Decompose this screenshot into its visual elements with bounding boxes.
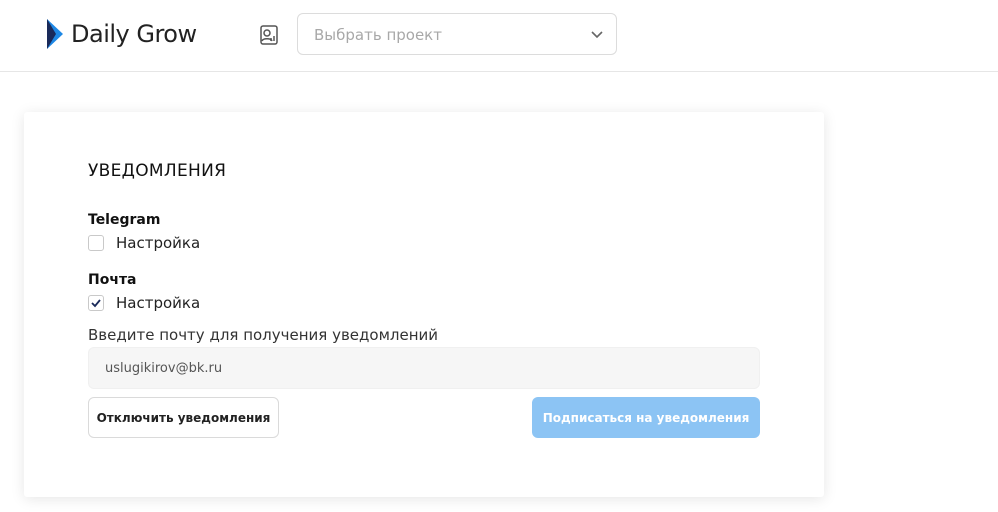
mail-checkbox[interactable] <box>88 295 104 311</box>
chevron-down-icon <box>591 31 603 39</box>
email-hint: Введите почту для получения уведомлений <box>88 326 439 344</box>
brand-name: Daily Grow <box>71 20 197 48</box>
subscribe-notifications-button[interactable]: Подписаться на уведомления <box>532 397 760 438</box>
disable-notifications-button[interactable]: Отключить уведомления <box>88 397 279 438</box>
project-select-placeholder: Выбрать проект <box>314 26 442 44</box>
project-select[interactable]: Выбрать проект <box>297 13 617 55</box>
notifications-card: УВЕДОМЛЕНИЯ Telegram Настройка Почта Нас… <box>24 112 824 497</box>
page-title: УВЕДОМЛЕНИЯ <box>88 161 227 181</box>
telegram-label: Telegram <box>88 212 161 228</box>
telegram-checkbox[interactable] <box>88 235 104 251</box>
email-value: uslugikirov@bk.ru <box>105 361 223 376</box>
project-report-icon[interactable] <box>258 24 280 46</box>
check-icon <box>91 299 101 308</box>
logo-mark-icon <box>47 19 63 49</box>
mail-option-label: Настройка <box>116 294 201 312</box>
telegram-option-label: Настройка <box>116 234 201 252</box>
email-field[interactable]: uslugikirov@bk.ru <box>88 347 760 389</box>
telegram-setting[interactable]: Настройка <box>88 234 200 252</box>
logo[interactable]: Daily Grow <box>47 18 197 50</box>
top-header: Daily Grow Выбрать проект <box>0 0 998 72</box>
mail-setting[interactable]: Настройка <box>88 294 200 312</box>
mail-label: Почта <box>88 272 137 288</box>
